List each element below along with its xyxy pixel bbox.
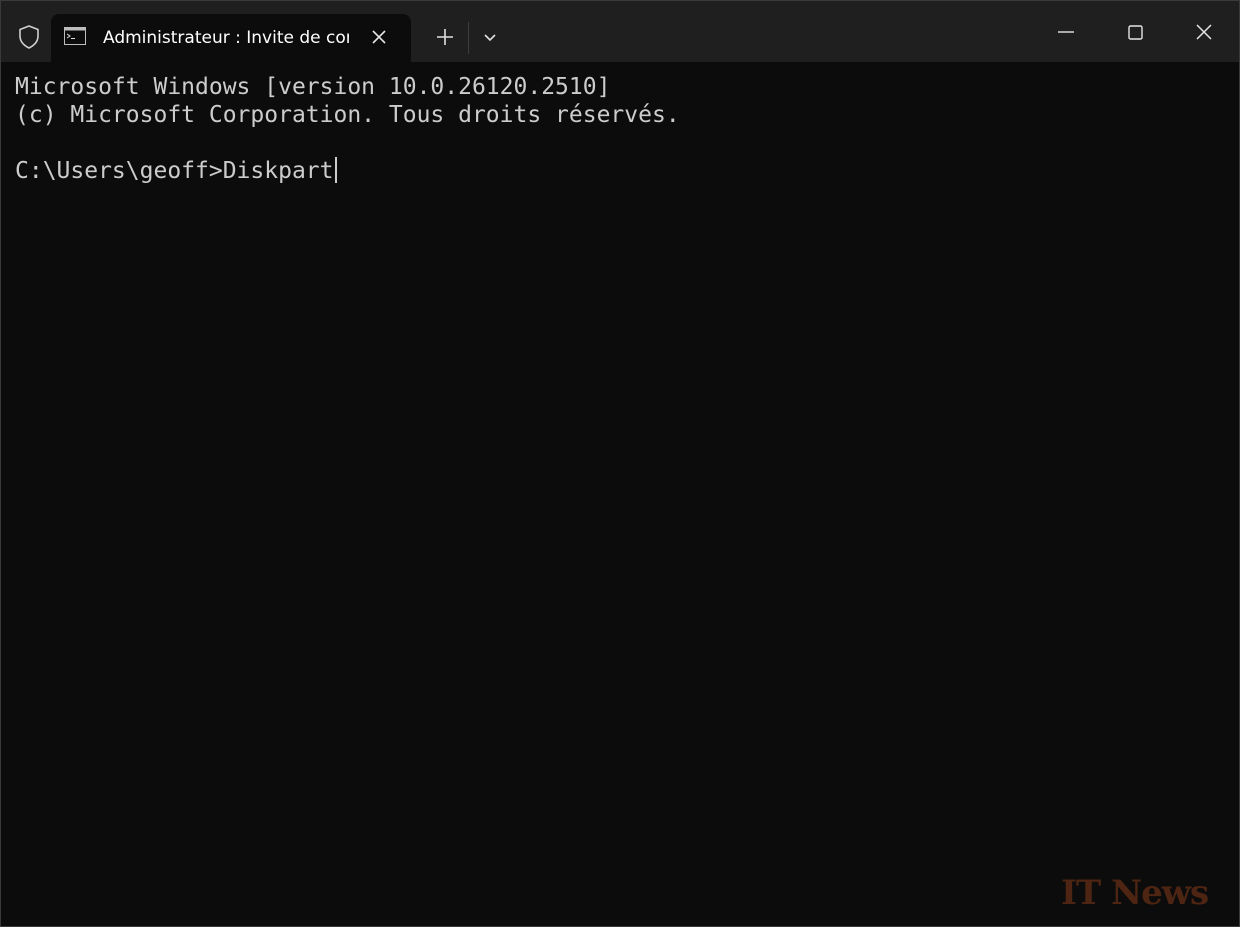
prompt-text: C:\Users\geoff>Diskpart bbox=[15, 158, 334, 184]
tab-dropdown-button[interactable] bbox=[477, 23, 503, 51]
tab-divider bbox=[468, 22, 469, 54]
close-tab-icon[interactable] bbox=[367, 25, 391, 49]
close-window-button[interactable] bbox=[1170, 1, 1238, 62]
maximize-icon bbox=[1128, 25, 1143, 40]
text-cursor bbox=[334, 157, 337, 183]
minimize-button[interactable] bbox=[1032, 1, 1100, 62]
command-prompt-icon bbox=[64, 27, 86, 45]
watermark-logo: IT News bbox=[1061, 873, 1209, 913]
tab-command-prompt[interactable]: Administrateur : Invite de con bbox=[51, 14, 411, 62]
new-tab-button[interactable] bbox=[431, 23, 459, 51]
title-bar[interactable]: Administrateur : Invite de con bbox=[1, 1, 1239, 62]
close-icon bbox=[1196, 24, 1212, 40]
chevron-down-icon bbox=[484, 34, 496, 42]
minimize-icon bbox=[1058, 31, 1074, 33]
tab-title: Administrateur : Invite de con bbox=[103, 28, 349, 48]
shield-icon bbox=[15, 23, 43, 51]
plus-icon bbox=[437, 29, 453, 45]
terminal-prompt-line[interactable]: C:\Users\geoff>Diskpart bbox=[15, 157, 337, 185]
terminal-line-version: Microsoft Windows [version 10.0.26120.25… bbox=[15, 74, 611, 100]
maximize-button[interactable] bbox=[1101, 1, 1169, 62]
terminal-output[interactable]: Microsoft Windows [version 10.0.26120.25… bbox=[1, 62, 1239, 926]
terminal-window: Administrateur : Invite de con Microsoft… bbox=[0, 0, 1240, 927]
terminal-line-copyright: (c) Microsoft Corporation. Tous droits r… bbox=[15, 102, 680, 128]
